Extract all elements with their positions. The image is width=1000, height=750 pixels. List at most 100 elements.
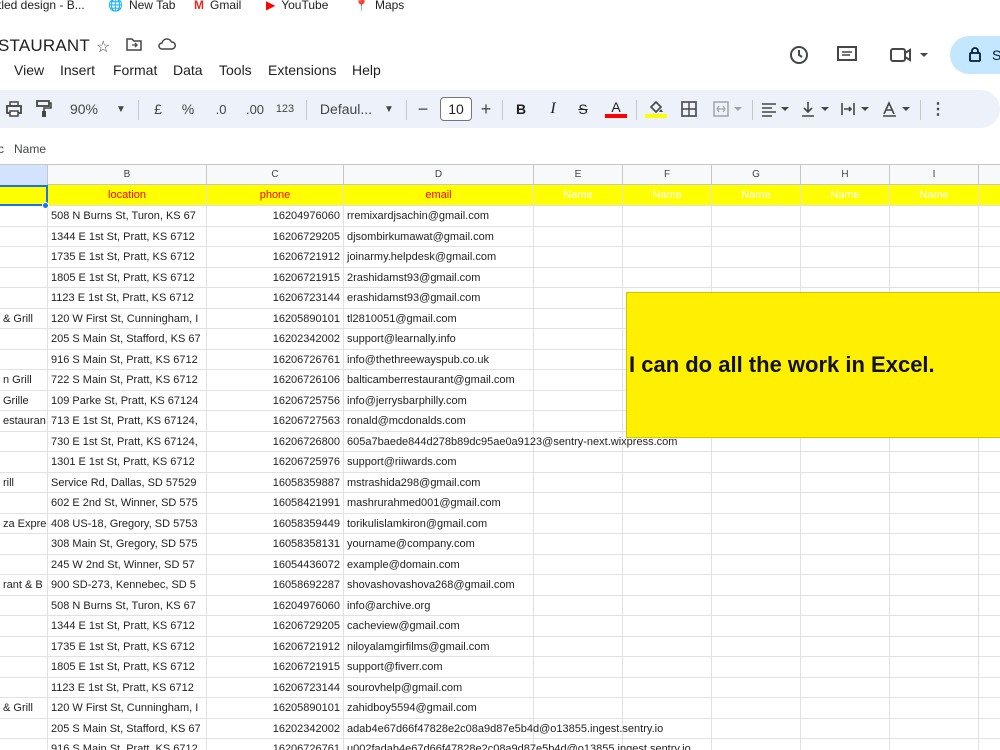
percent-format-button[interactable]: % (180, 90, 196, 128)
empty-cell[interactable] (801, 636, 890, 656)
phone-cell[interactable]: 16202342002 (207, 718, 344, 738)
italic-icon[interactable]: I (544, 90, 562, 128)
empty-cell[interactable] (979, 227, 1000, 247)
name-cell[interactable] (0, 493, 48, 513)
bookmark-maps[interactable]: 📍 Maps (354, 0, 404, 12)
empty-cell[interactable] (534, 472, 623, 492)
cloud-status-icon[interactable] (158, 37, 176, 56)
empty-cell[interactable] (801, 575, 890, 595)
name-box[interactable]: c (0, 142, 4, 156)
phone-cell[interactable]: 16206726761 (207, 739, 344, 750)
phone-cell[interactable]: 16058421991 (207, 493, 344, 513)
phone-cell[interactable]: 16206721912 (207, 636, 344, 656)
empty-cell[interactable] (534, 349, 623, 369)
chevron-down-icon[interactable]: ▼ (114, 90, 128, 128)
font-size-input[interactable]: 10 (440, 97, 472, 121)
empty-cell[interactable] (712, 677, 801, 697)
empty-cell[interactable] (534, 247, 623, 267)
email-cell[interactable]: support@fiverr.com (344, 657, 534, 677)
empty-cell[interactable] (979, 247, 1000, 267)
empty-cell[interactable] (979, 637, 1000, 657)
phone-cell[interactable]: 16204976060 (207, 206, 344, 226)
empty-cell[interactable] (979, 657, 1000, 677)
empty-cell[interactable] (801, 513, 890, 533)
empty-cell[interactable] (534, 636, 623, 656)
phone-cell[interactable]: 16206727563 (207, 411, 344, 431)
phone-cell[interactable]: 16206721915 (207, 657, 344, 677)
header-cell-location[interactable]: location (48, 185, 207, 205)
empty-cell[interactable] (623, 472, 712, 492)
empty-cell[interactable] (890, 575, 979, 595)
name-cell[interactable] (0, 718, 48, 738)
empty-cell[interactable] (623, 226, 712, 246)
empty-cell[interactable] (534, 534, 623, 554)
empty-cell[interactable] (623, 534, 712, 554)
empty-cell[interactable] (979, 268, 1000, 288)
phone-cell[interactable]: 16202342002 (207, 329, 344, 349)
phone-cell[interactable]: 16058358131 (207, 534, 344, 554)
empty-cell[interactable] (534, 226, 623, 246)
phone-cell[interactable]: 16206721915 (207, 267, 344, 287)
empty-cell[interactable] (801, 493, 890, 513)
empty-cell[interactable] (623, 616, 712, 636)
location-cell[interactable]: 916 S Main St, Pratt, KS 6712 (48, 349, 207, 369)
location-cell[interactable]: 730 E 1st St, Pratt, KS 67124, (48, 431, 207, 451)
column-header-g[interactable]: G (712, 165, 801, 185)
empty-cell[interactable] (623, 493, 712, 513)
phone-cell[interactable]: 16206726761 (207, 349, 344, 369)
name-cell[interactable]: rant & B (0, 575, 48, 595)
currency-format-button[interactable]: £ (150, 90, 166, 128)
location-cell[interactable]: 1301 E 1st St, Pratt, KS 6712 (48, 452, 207, 472)
empty-cell[interactable] (623, 267, 712, 287)
strikethrough-icon[interactable]: S (574, 90, 592, 128)
empty-cell[interactable] (712, 595, 801, 615)
email-cell[interactable]: sourovhelp@gmail.com (344, 677, 534, 697)
empty-cell[interactable] (979, 206, 1000, 226)
empty-cell[interactable] (534, 329, 623, 349)
menu-extensions[interactable]: Extensions (268, 62, 336, 78)
empty-cell[interactable] (534, 390, 623, 410)
header-cell-phone[interactable]: phone (207, 185, 344, 205)
location-cell[interactable]: 109 Parke St, Pratt, KS 67124 (48, 390, 207, 410)
empty-cell[interactable] (979, 678, 1000, 698)
name-cell[interactable] (0, 247, 48, 267)
email-cell[interactable]: support@learnally.info (344, 329, 534, 349)
merge-cells-icon[interactable] (710, 90, 746, 128)
empty-cell[interactable] (890, 636, 979, 656)
phone-cell[interactable]: 16058359887 (207, 472, 344, 492)
empty-cell[interactable] (712, 493, 801, 513)
header-cell-name[interactable]: Name (890, 185, 979, 205)
email-cell[interactable]: 605a7baede844d278b89dc95ae0a9123@sentry-… (344, 431, 677, 451)
name-cell[interactable]: n Grill (0, 370, 48, 390)
menu-format[interactable]: Format (113, 62, 157, 78)
email-cell[interactable]: info@archive.org (344, 595, 534, 615)
email-cell[interactable]: support@riiwards.com (344, 452, 534, 472)
location-cell[interactable]: 408 US-18, Gregory, SD 5753 (48, 513, 207, 533)
menu-tools[interactable]: Tools (219, 62, 252, 78)
empty-cell[interactable] (801, 739, 890, 750)
bookmark-tled-design[interactable]: tled design - B... (0, 0, 85, 12)
email-cell[interactable]: torikulislamkiron@gmail.com (344, 513, 534, 533)
location-cell[interactable]: 1805 E 1st St, Pratt, KS 6712 (48, 657, 207, 677)
horizontal-align-icon[interactable] (760, 90, 792, 128)
name-cell[interactable] (0, 657, 48, 677)
empty-cell[interactable] (979, 452, 1000, 472)
name-cell[interactable]: & Grill (0, 308, 48, 328)
empty-cell[interactable] (534, 575, 623, 595)
empty-cell[interactable] (801, 677, 890, 697)
name-cell[interactable] (0, 636, 48, 656)
location-cell[interactable]: 916 S Main St, Pratt, KS 6712 (48, 739, 207, 750)
more-options-icon[interactable]: ⋮ (930, 90, 946, 128)
text-wrapping-icon[interactable] (840, 90, 872, 128)
empty-cell[interactable] (534, 370, 623, 390)
location-cell[interactable]: Service Rd, Dallas, SD 57529 (48, 472, 207, 492)
phone-cell[interactable]: 16206729205 (207, 226, 344, 246)
empty-cell[interactable] (534, 308, 623, 328)
name-cell[interactable] (0, 595, 48, 615)
location-cell[interactable]: 1735 E 1st St, Pratt, KS 6712 (48, 636, 207, 656)
name-cell[interactable] (0, 431, 48, 451)
phone-cell[interactable]: 16206723144 (207, 677, 344, 697)
name-cell[interactable] (0, 616, 48, 636)
location-cell[interactable]: 900 SD-273, Kennebec, SD 5 (48, 575, 207, 595)
empty-cell[interactable] (712, 452, 801, 472)
